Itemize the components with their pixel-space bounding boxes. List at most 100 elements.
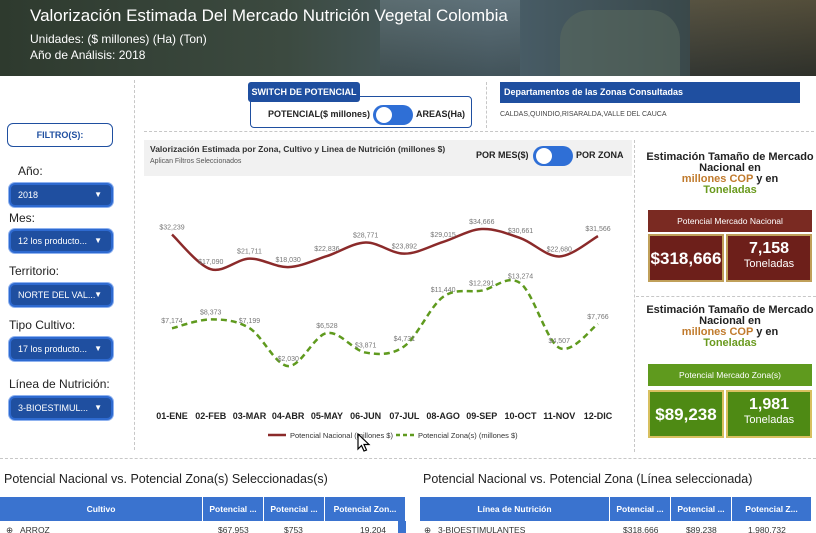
chevron-down-icon: ▼ [94,403,102,412]
table-right-header: Línea de Nutrición Potencial ... Potenci… [420,497,812,521]
row-value: $89,238 [686,525,717,533]
x-tick-label: 07-JUL [389,411,420,421]
x-tick-label: 02-FEB [195,411,227,421]
departments-value: CALDAS,QUINDIO,RISARALDA,VALLE DEL CAUCA [500,111,667,118]
kpi-title-ton: Toneladas [703,184,757,196]
month-select[interactable]: 12 los producto... ▼ [9,229,113,253]
chevron-down-icon: ▼ [94,290,102,299]
data-label: $4,507 [549,338,571,345]
chevron-down-icon: ▼ [94,236,102,245]
column-header[interactable]: Potencial ... [610,497,671,521]
table-left-title: Potencial Nacional vs. Potencial Zona(s)… [4,472,328,486]
divider [634,140,635,452]
column-header[interactable]: Línea de Nutrición [420,497,610,521]
kpi-title-y: y en [756,326,779,338]
data-label: $4,731 [394,336,416,343]
kpi-zona-tons: 1,981 [748,396,790,413]
data-label: $22,836 [314,246,339,253]
column-header[interactable]: Potencial ... [671,497,732,521]
kpi-zona-tons-label: Toneladas [743,414,795,426]
chevron-down-icon: ▼ [94,344,102,353]
territory-select-value: NORTE DEL VAL... [18,290,96,300]
kpi-nacional-tons-label: Toneladas [743,258,795,270]
mes-zona-toggle[interactable] [533,146,573,166]
column-header[interactable]: Cultivo [0,497,203,521]
data-label: $23,892 [392,244,417,251]
divider [134,80,135,450]
data-label: $7,199 [239,318,261,325]
units-text: Unidades: ($ millones) (Ha) (Ton) [30,32,207,46]
chart-subtitle: Aplican Filtros Seleccionados [150,158,242,165]
data-label: $11,440 [431,287,456,294]
expand-icon[interactable]: ⊕ [424,525,431,533]
toggle-knob [376,107,392,123]
data-label: $7,174 [161,318,183,325]
x-tick-label: 09-SEP [466,411,497,421]
filter-label-crop-type: Tipo Cultivo: [9,318,76,332]
table-row[interactable]: ⊕ 3-BIOESTIMULANTES $318,666 $89,238 1,9… [420,523,812,533]
kpi-nacional-title: Estimación Tamaño de Mercado Nacional en… [646,152,814,196]
data-label: $7,766 [587,314,609,321]
banner-photo-right [690,0,816,76]
month-select-value: 12 los producto... [18,236,88,246]
row-value: $753 [284,525,303,533]
chart-toggle-right-label: POR ZONA [576,150,624,160]
column-header[interactable]: Potencial Z... [732,497,812,521]
filters-button[interactable]: FILTRO(S): [7,123,113,147]
row-value: 1,980,732 [748,525,786,533]
table-row[interactable]: ⊕ ARROZ $67,953 $753 19,204 [0,523,406,533]
row-value: 19,204 [360,525,386,533]
kpi-zona-header: Potencial Mercado Zona(s) [648,364,812,386]
table-right-title: Potencial Nacional vs. Potencial Zona (L… [423,472,753,486]
kpi-nacional-tons: 7,158 [748,240,790,257]
nutrition-line-select-value: 3-BIOESTIMUL... [18,403,89,413]
departments-title: Departamentos de las Zonas Consultadas [500,82,800,103]
potencial-areas-toggle[interactable] [373,105,413,125]
chart-title: Valorización Estimada por Zona, Cultivo … [150,144,446,154]
chart-toggle-left-label: POR MES($) [476,150,529,160]
row-value: $318,666 [623,525,659,533]
data-label: $18,030 [276,257,301,264]
column-header[interactable]: Potencial ... [203,497,264,521]
column-header[interactable]: Potencial Zon... [325,497,406,521]
kpi-title-text: Estimación Tamaño de Mercado Nacional en [646,304,814,327]
table-left-header: Cultivo Potencial ... Potencial ... Pote… [0,497,406,521]
switch-title: SWITCH DE POTENCIAL [248,82,360,102]
data-label: $29,015 [430,232,455,239]
expand-icon[interactable]: ⊕ [6,525,13,533]
x-tick-label: 11-NOV [543,411,575,421]
filter-label-month: Mes: [9,211,36,225]
header-banner: Valorización Estimada Del Mercado Nutric… [0,0,816,76]
crop-type-select[interactable]: 17 los producto... ▼ [9,337,113,361]
crop-type-select-value: 17 los producto... [18,344,88,354]
kpi-title-y: y en [756,173,779,185]
dashboard: Valorización Estimada Del Mercado Nutric… [0,0,816,533]
x-tick-label: 05-MAY [311,411,343,421]
nutrition-line-select[interactable]: 3-BIOESTIMUL... ▼ [9,396,113,420]
data-label: $3,871 [355,343,377,350]
year-select[interactable]: 2018 ▼ [9,183,113,207]
data-label: $30,661 [508,228,533,235]
x-tick-label: 10-OCT [505,411,538,421]
divider [0,458,816,459]
line-chart: $32,239 $17,090 $21,711 $18,030 $22,836 $28,7… [156,219,613,440]
row-crop: ARROZ [20,525,50,533]
year-select-value: 2018 [18,190,39,200]
divider [636,296,816,297]
x-tick-label: 06-JUN [350,411,381,421]
scrollbar[interactable] [398,521,406,533]
filter-label-territory: Territorio: [9,264,60,278]
row-value: $67,953 [218,525,249,533]
x-tick-label: 03-MAR [233,411,267,421]
kpi-zona-title: Estimación Tamaño de Mercado Nacional en… [646,305,814,349]
page-title: Valorización Estimada Del Mercado Nutric… [30,6,508,25]
divider [144,131,814,132]
banner-photo-tractor [560,10,680,76]
column-header[interactable]: Potencial ... [264,497,325,521]
kpi-nacional-header: Potencial Mercado Nacional [648,210,812,232]
kpi-nacional-tons-box: 7,158 Toneladas [726,234,812,282]
legend-label: Potencial Zona(s) (millones $) [418,431,518,440]
data-label: $21,711 [237,249,262,256]
data-label: $32,239 [159,225,184,232]
territory-select[interactable]: NORTE DEL VAL... ▼ [9,283,113,307]
